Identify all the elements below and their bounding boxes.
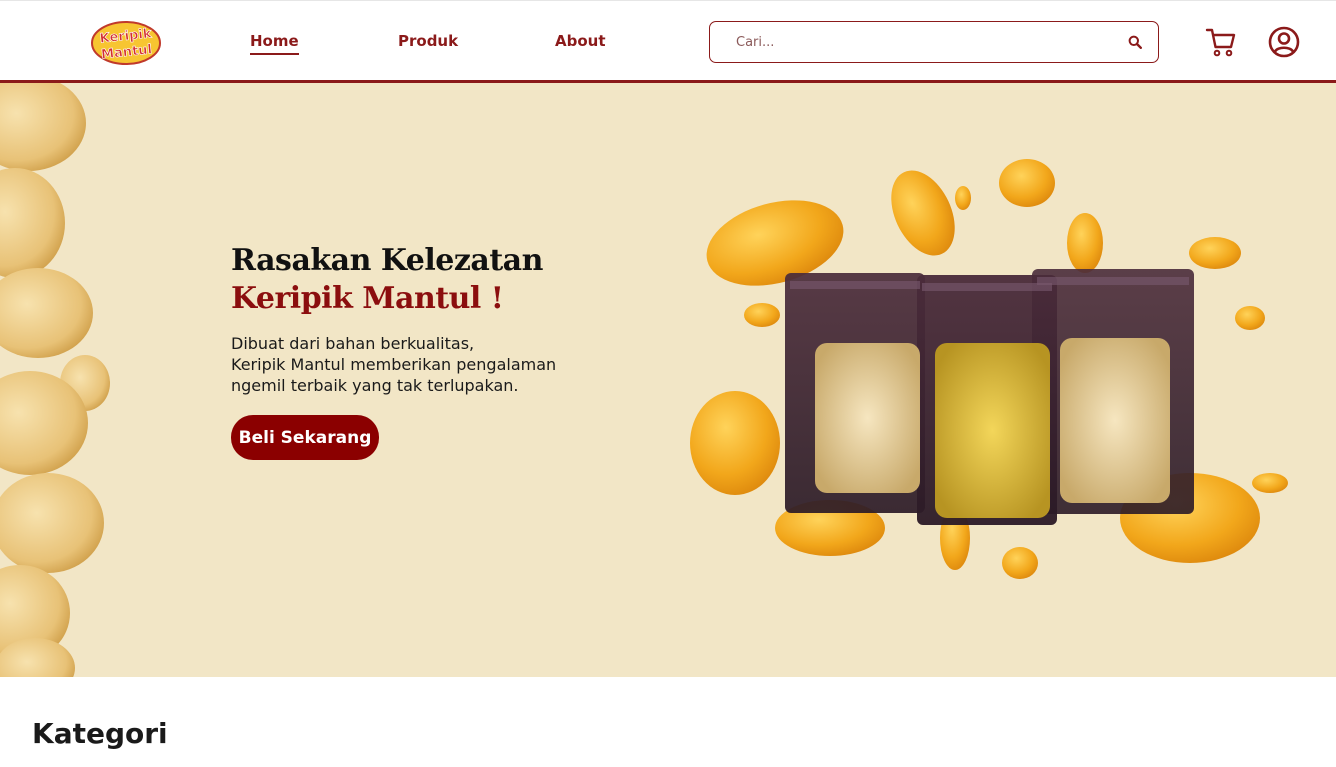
hero-description-line: ngemil terbaik yang tak terlupakan. (231, 376, 519, 395)
search-icon[interactable] (1128, 35, 1142, 49)
cart-icon[interactable] (1205, 26, 1237, 58)
search-bar (709, 21, 1159, 63)
hero-description: Dibuat dari bahan berkualitas, Keripik M… (231, 333, 591, 396)
chips-decoration-image (0, 83, 110, 677)
search-input[interactable] (736, 32, 1116, 52)
hero-description-line: Dibuat dari bahan berkualitas, (231, 334, 475, 353)
product-image (690, 159, 1288, 579)
hero-title-highlight: Keripik Mantul ! (231, 281, 504, 316)
nav-about-link[interactable]: About (555, 32, 606, 50)
buy-now-button[interactable]: Beli Sekarang (231, 415, 379, 460)
site-header: Keripik Mantul Home Produk About (0, 0, 1336, 83)
nav-home-link[interactable]: Home (250, 32, 299, 55)
kategori-section-title: Kategori (32, 717, 168, 750)
hero-title: Rasakan Kelezatan (231, 243, 543, 278)
nav-produk-link[interactable]: Produk (398, 32, 458, 50)
hero-banner: Rasakan Kelezatan Keripik Mantul ! Dibua… (0, 83, 1336, 677)
hero-description-line: Keripik Mantul memberikan pengalaman (231, 355, 557, 374)
brand-logo[interactable]: Keripik Mantul (90, 19, 162, 67)
user-icon[interactable] (1268, 26, 1300, 58)
